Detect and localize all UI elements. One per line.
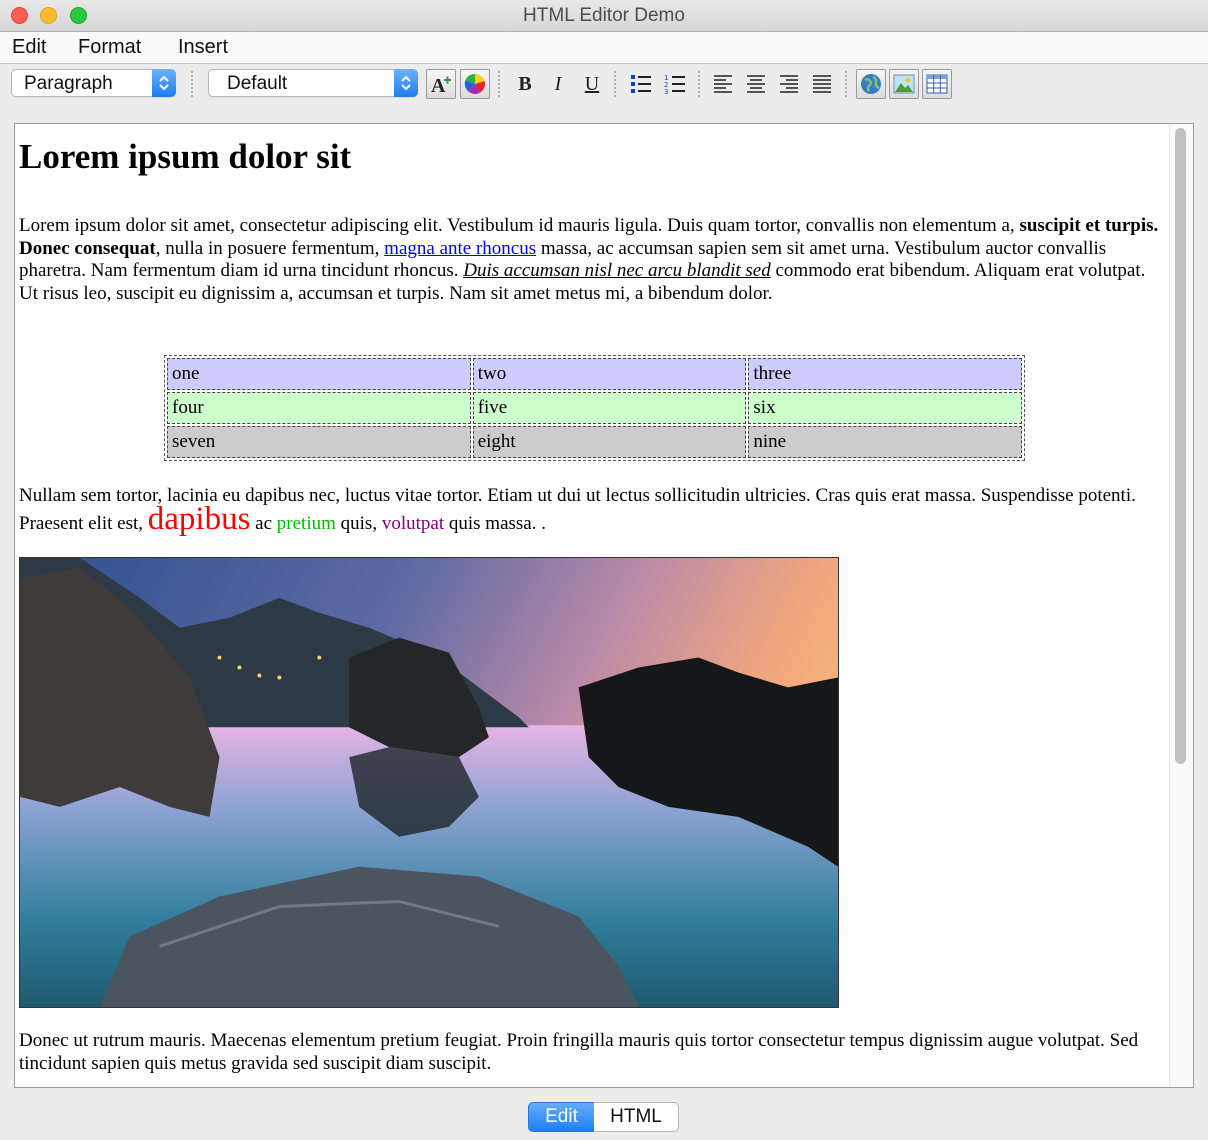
- insert-link-icon: [861, 74, 881, 94]
- bulleted-list-icon: [631, 75, 651, 93]
- editor-pane[interactable]: Lorem ipsum dolor sit Lorem ipsum dolor …: [14, 123, 1194, 1088]
- align-justify-icon: [813, 75, 831, 93]
- chevron-updown-icon: [152, 69, 176, 97]
- underline-icon: U: [584, 73, 600, 95]
- document-content[interactable]: Lorem ipsum dolor sit Lorem ipsum dolor …: [19, 124, 1165, 1075]
- insert-table-button[interactable]: [922, 69, 952, 99]
- align-center-button[interactable]: [742, 69, 772, 99]
- green-text: pretium: [276, 512, 336, 534]
- paragraph-style-value: Paragraph: [24, 73, 113, 94]
- formatting-toolbar: Paragraph Default A B I U 1 2 3: [0, 64, 1208, 108]
- align-left-button[interactable]: [709, 69, 739, 99]
- svg-text:3: 3: [664, 88, 668, 96]
- svg-text:A: A: [431, 75, 446, 96]
- chevron-updown-icon: [394, 69, 418, 97]
- table-cell[interactable]: three: [748, 358, 1022, 390]
- document-table: one two three four five six seven eight …: [164, 355, 1025, 461]
- table-cell[interactable]: seven: [167, 426, 471, 458]
- tab-html[interactable]: HTML: [594, 1102, 679, 1132]
- font-family-value: Default: [227, 73, 288, 94]
- paragraph-style-select[interactable]: Paragraph: [11, 69, 176, 97]
- red-large-text: dapibus: [147, 500, 251, 537]
- table-cell[interactable]: nine: [748, 426, 1022, 458]
- table-row: four five six: [167, 392, 1022, 424]
- text-color-button[interactable]: [460, 69, 490, 99]
- table-cell[interactable]: two: [472, 358, 747, 390]
- table-cell[interactable]: five: [472, 392, 747, 424]
- menu-edit[interactable]: Edit: [12, 36, 46, 59]
- paragraph-3: Donec ut rutrum mauris. Maecenas element…: [19, 1030, 1139, 1074]
- font-size-button[interactable]: A: [426, 69, 456, 99]
- bold-button[interactable]: B: [510, 69, 540, 99]
- paragraph-2: Nullam sem tortor, lacinia eu dapibus ne…: [19, 485, 1136, 537]
- title-bar: HTML Editor Demo: [0, 0, 1208, 32]
- toolbar-separator: [698, 71, 700, 97]
- align-right-icon: [780, 75, 798, 93]
- toolbar-separator: [498, 71, 500, 97]
- document-heading: Lorem ipsum dolor sit: [19, 137, 352, 176]
- numbered-list-icon: 1 2 3: [664, 74, 685, 96]
- numbered-list-button[interactable]: 1 2 3: [660, 69, 690, 99]
- align-right-button[interactable]: [775, 69, 805, 99]
- table-row: one two three: [167, 358, 1022, 390]
- align-left-icon: [714, 75, 732, 93]
- italic-underlined-text: Duis accumsan nisl nec arcu blandit sed: [463, 260, 771, 281]
- table-cell[interactable]: eight: [472, 426, 747, 458]
- table-cell[interactable]: six: [748, 392, 1022, 424]
- insert-image-icon: [893, 74, 915, 94]
- menu-bar: Edit Format Insert: [0, 32, 1208, 64]
- italic-button[interactable]: I: [543, 69, 573, 99]
- table-cell[interactable]: four: [167, 392, 471, 424]
- toolbar-separator: [614, 71, 616, 97]
- bulleted-list-button[interactable]: [626, 69, 656, 99]
- align-center-icon: [747, 75, 765, 93]
- align-justify-button[interactable]: [808, 69, 838, 99]
- paragraph-1: Lorem ipsum dolor sit amet, consectetur …: [19, 215, 1159, 304]
- font-family-select[interactable]: Default: [208, 69, 418, 97]
- vertical-scrollbar[interactable]: [1169, 125, 1192, 1086]
- table-row: seven eight nine: [167, 426, 1022, 458]
- color-wheel-icon: [464, 73, 485, 94]
- bold-icon: B: [518, 73, 532, 95]
- underline-button[interactable]: U: [577, 69, 607, 99]
- tab-edit[interactable]: Edit: [528, 1102, 595, 1132]
- toolbar-separator: [845, 71, 847, 97]
- table-cell[interactable]: one: [167, 358, 471, 390]
- embedded-landscape-photo[interactable]: [19, 557, 839, 1008]
- scrollbar-thumb[interactable]: [1175, 128, 1186, 764]
- purple-text: volutpat: [381, 512, 445, 534]
- window-title: HTML Editor Demo: [523, 5, 685, 26]
- font-size-icon: A: [431, 75, 451, 96]
- menu-insert[interactable]: Insert: [178, 36, 228, 59]
- toolbar-separator: [191, 71, 193, 97]
- menu-format[interactable]: Format: [78, 36, 141, 59]
- insert-table-icon: [926, 74, 948, 94]
- insert-image-button[interactable]: [889, 69, 919, 99]
- insert-link-button[interactable]: [856, 69, 886, 99]
- inline-link[interactable]: magna ante rhoncus: [384, 238, 536, 259]
- italic-icon: I: [554, 73, 562, 95]
